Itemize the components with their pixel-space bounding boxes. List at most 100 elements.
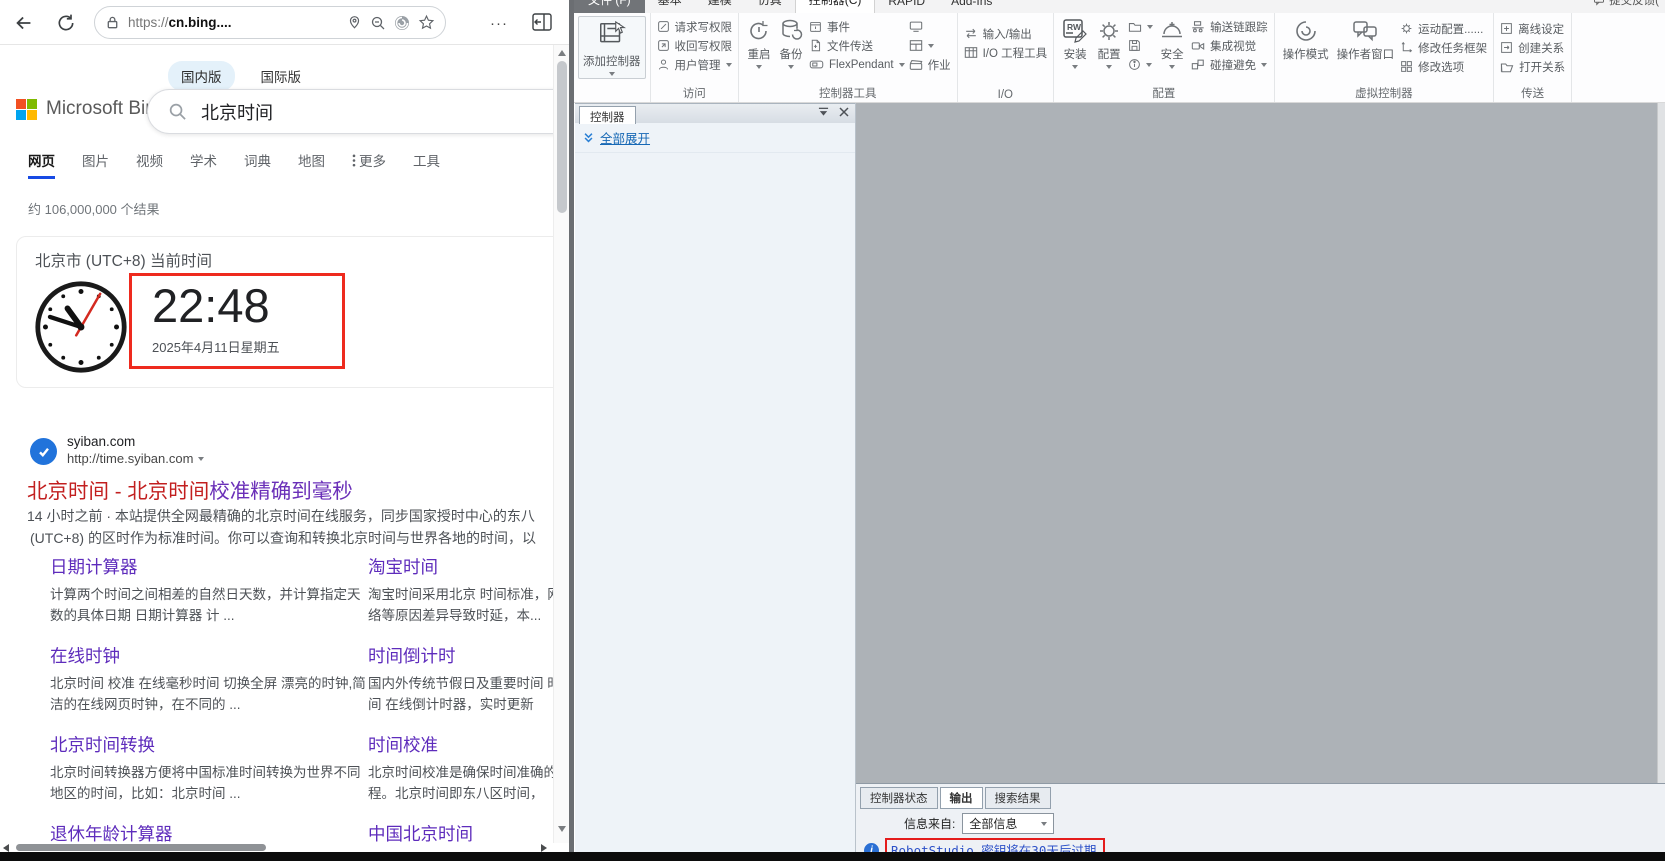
time-card: 北京市 (UTC+8) 当前时间 22:48 2025年4月11日星期五 — [16, 236, 572, 388]
signal-analyzer-icon — [909, 39, 923, 52]
vertical-scrollbar[interactable] — [553, 45, 569, 843]
controller-panel-tab[interactable]: 控制器 — [579, 106, 636, 124]
file-transfer-button[interactable]: 文件传送 — [807, 36, 907, 55]
events-button[interactable]: 事件 — [807, 17, 907, 36]
zoom-out-icon[interactable] — [370, 15, 386, 31]
controller-panel: 控制器 全部展开 — [575, 103, 856, 852]
feedback-icon — [1593, 0, 1605, 6]
online-monitor-button[interactable] — [907, 17, 953, 36]
sublink-title[interactable]: 淘宝时间 — [368, 554, 572, 579]
tab-addins[interactable]: Add-Ins — [938, 0, 1005, 13]
inputs-outputs-button[interactable]: 输入/输出 — [962, 24, 1050, 43]
window-position-icon[interactable] — [818, 107, 829, 117]
offline-setup-button[interactable]: 离线设定 — [1498, 19, 1567, 38]
sublink-title[interactable]: 在线时钟 — [50, 643, 368, 668]
more-options-button[interactable]: ··· — [486, 10, 512, 36]
conveyor-tracking-button[interactable]: 输送链跟踪 — [1189, 17, 1270, 36]
sublink-title[interactable]: 北京时间转换 — [50, 732, 368, 757]
scroll-left-arrow[interactable] — [3, 844, 9, 852]
back-button[interactable] — [10, 9, 38, 37]
favorite-star-icon[interactable] — [418, 14, 435, 31]
user-management-button[interactable]: 用户管理 — [655, 55, 735, 74]
tab-rapid[interactable]: RAPID — [875, 0, 938, 13]
tab-simulation[interactable]: 仿真 — [745, 0, 795, 13]
add-controller-button[interactable]: 添加控制器 — [578, 16, 646, 79]
horizontal-scrollbar[interactable] — [0, 843, 553, 852]
load-parameters-button[interactable] — [1126, 17, 1155, 36]
restart-button[interactable]: 重启 — [743, 16, 775, 71]
operator-window-button[interactable]: 操作者窗口 — [1333, 16, 1399, 64]
sublink-title[interactable]: 时间倒计时 — [368, 643, 572, 668]
save-parameters-button[interactable] — [1126, 36, 1155, 55]
viewport-edge-scrollbar[interactable] — [1657, 103, 1665, 783]
split-screen-button[interactable] — [530, 9, 554, 35]
collision-avoidance-button[interactable]: 碰撞避免 — [1189, 55, 1270, 74]
modify-options-button[interactable]: 修改选项 — [1398, 57, 1489, 76]
submit-feedback-button[interactable]: 提交反馈( — [1593, 0, 1659, 8]
result-site-name[interactable]: syiban.com — [67, 434, 135, 449]
result-url[interactable]: http://time.syiban.com — [67, 451, 204, 466]
result-snippet-line2: (UTC+8) 的区时作为标准时间。你可以查询和转换北京时间与世界各地的时间，以 — [30, 528, 572, 548]
tab-controller[interactable]: 控制器(C) — [795, 0, 876, 13]
tab-controller-status[interactable]: 控制器状态 — [860, 787, 938, 809]
open-relation-icon — [1500, 61, 1514, 73]
tab-file[interactable]: 文件 (F) — [574, 0, 645, 13]
tab-dictionary[interactable]: 词典 — [244, 150, 271, 179]
io-engineering-tools-button[interactable]: I/O 工程工具 — [962, 43, 1050, 62]
scroll-right-arrow[interactable] — [541, 844, 547, 852]
safety-button[interactable]: 安全 — [1155, 16, 1189, 71]
tab-output[interactable]: 输出 — [940, 787, 983, 809]
graphics-viewport[interactable] — [856, 103, 1665, 783]
search-query-text: 北京时间 — [201, 99, 273, 125]
properties-button[interactable] — [1126, 55, 1155, 74]
motion-configuration-button[interactable]: 运动配置...... — [1398, 19, 1489, 38]
modify-task-frame-button[interactable]: 修改任务框架 — [1398, 38, 1489, 57]
installation-button[interactable]: RW 安装 — [1058, 16, 1092, 71]
backup-button[interactable]: 备份 — [775, 16, 807, 71]
tab-basic[interactable]: 基本 — [645, 0, 695, 13]
integrated-vision-button[interactable]: 集成视觉 — [1189, 36, 1270, 55]
tab-videos[interactable]: 视频 — [136, 150, 163, 179]
chevron-down-icon — [899, 63, 905, 67]
signal-analyzer-button[interactable] — [907, 36, 953, 55]
scroll-up-arrow[interactable] — [558, 50, 566, 56]
close-icon[interactable] — [839, 107, 849, 117]
tab-academic[interactable]: 学术 — [190, 150, 217, 179]
tab-search-results[interactable]: 搜索结果 — [985, 787, 1051, 809]
open-relation-button[interactable]: 打开关系 — [1498, 57, 1567, 76]
bing-logo[interactable]: Microsoft Bing — [16, 98, 166, 120]
scroll-down-arrow[interactable] — [558, 826, 566, 832]
create-relation-button[interactable]: 创建关系 — [1498, 38, 1567, 57]
tab-modeling[interactable]: 建模 — [695, 0, 745, 13]
horizontal-scroll-thumb[interactable] — [16, 844, 266, 851]
vertical-scroll-thumb[interactable] — [557, 61, 567, 213]
location-pin-icon[interactable] — [347, 15, 362, 30]
revoke-write-access-button[interactable]: 收回写权限 — [655, 36, 735, 55]
expand-all-link[interactable]: 全部展开 — [600, 128, 650, 147]
license-expiry-message[interactable]: RobotStudio 密钥将在30天后过期 — [885, 838, 1105, 852]
tab-domestic[interactable]: 国内版 — [168, 61, 235, 91]
tab-more[interactable]: 更多 — [352, 150, 386, 179]
swirl-badge-icon[interactable] — [394, 15, 410, 31]
configuration-button[interactable]: 配置 — [1092, 16, 1126, 71]
search-input[interactable]: 北京时间 — [147, 89, 572, 134]
operating-mode-button[interactable]: 操作模式 — [1279, 16, 1333, 64]
tab-images[interactable]: 图片 — [82, 150, 109, 179]
address-bar[interactable]: https://cn.bing.... — [94, 6, 446, 39]
tab-web[interactable]: 网页 — [28, 150, 55, 179]
sublink-desc: 北京时间 校准 在线毫秒时间 切换全屏 漂亮的时钟,简洁的在线网页时钟，在不同的… — [50, 673, 368, 715]
request-write-access-button[interactable]: 请求写权限 — [655, 17, 735, 36]
flexpendant-button[interactable]: FlexPendant — [807, 55, 907, 74]
io-arrows-icon — [964, 27, 978, 40]
sublink-title[interactable]: 日期计算器 — [50, 554, 368, 579]
jobs-button[interactable]: 作业 — [907, 55, 953, 74]
tab-tools[interactable]: 工具 — [413, 150, 440, 179]
sublink-title[interactable]: 时间校准 — [368, 732, 572, 757]
tab-maps[interactable]: 地图 — [298, 150, 325, 179]
tab-international[interactable]: 国际版 — [259, 61, 304, 91]
result-title[interactable]: 北京时间 - 北京时间校准精确到毫秒 — [27, 474, 353, 504]
results-count: 约 106,000,000 个结果 — [28, 199, 160, 218]
source-select[interactable]: 全部信息 — [962, 813, 1054, 834]
group-label: 虚拟控制器 — [1275, 85, 1494, 101]
refresh-button[interactable] — [52, 9, 80, 37]
